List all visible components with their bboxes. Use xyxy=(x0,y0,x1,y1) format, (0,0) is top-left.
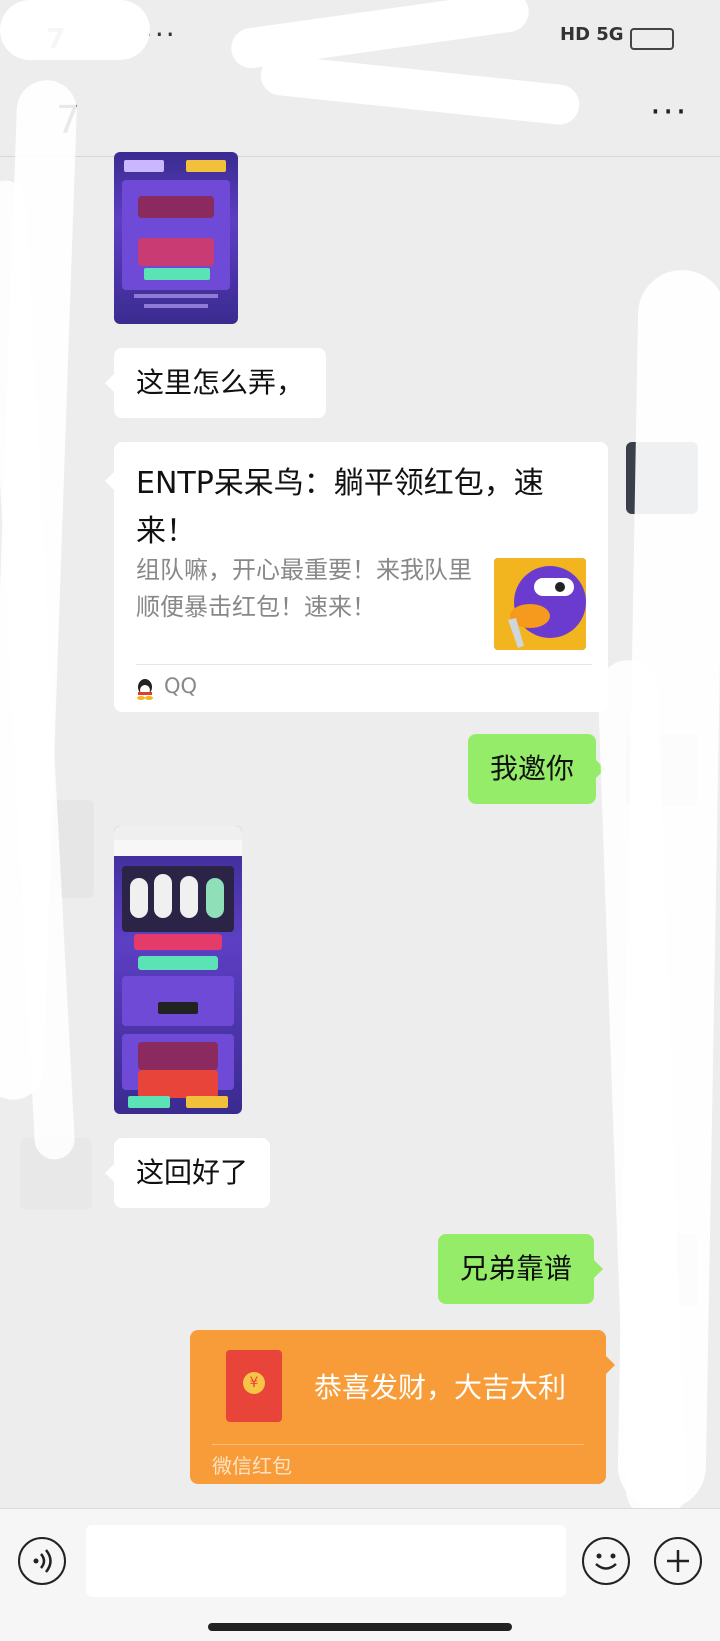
plus-icon[interactable] xyxy=(654,1537,702,1585)
red-envelope-icon: ¥ xyxy=(226,1350,282,1422)
coin-icon: ¥ xyxy=(243,1372,265,1394)
message-text: 我邀你 xyxy=(490,752,575,785)
message-bubble[interactable]: 我邀你 xyxy=(468,734,606,804)
more-icon[interactable]: ··· xyxy=(650,92,688,132)
message-bubble[interactable]: 这回好了 xyxy=(104,1138,271,1208)
link-card-source: QQ xyxy=(164,674,198,698)
message-text: 兄弟靠谱 xyxy=(460,1252,573,1285)
red-packet-label: 微信红包 xyxy=(212,1454,292,1478)
message-input[interactable] xyxy=(86,1525,566,1597)
emoji-icon[interactable] xyxy=(582,1537,630,1585)
network-indicator: HD 5G xyxy=(560,24,624,45)
input-bar xyxy=(0,1508,720,1641)
image-message[interactable] xyxy=(114,826,242,1114)
message-text: 这回好了 xyxy=(136,1156,249,1189)
red-packet-greeting: 恭喜发财，大吉大利 xyxy=(314,1371,567,1404)
image-message[interactable] xyxy=(114,152,238,324)
red-packet-message[interactable]: ¥ 恭喜发财，大吉大利 微信红包 xyxy=(190,1330,615,1484)
voice-icon[interactable] xyxy=(18,1537,66,1585)
message-bubble[interactable]: 兄弟靠谱 xyxy=(438,1234,604,1304)
battery-icon xyxy=(630,28,674,50)
message-text: 这里怎么弄， xyxy=(136,366,305,399)
message-bubble[interactable]: 这里怎么弄， xyxy=(104,348,327,418)
link-card-description: 组队嘛，开心最重要！来我队里顺便暴击红包！速来！ xyxy=(136,556,472,621)
divider xyxy=(212,1444,584,1445)
link-card-message[interactable]: ENTP呆呆鸟：躺平领红包，速来！ 组队嘛，开心最重要！来我队里顺便暴击红包！速… xyxy=(105,442,608,712)
divider xyxy=(136,664,592,665)
privacy-scribble xyxy=(0,0,150,60)
qq-icon xyxy=(137,679,153,700)
link-card-title: ENTP呆呆鸟：躺平领红包，速来！ xyxy=(136,466,544,549)
home-indicator xyxy=(208,1623,512,1631)
link-card-thumbnail xyxy=(494,558,586,650)
